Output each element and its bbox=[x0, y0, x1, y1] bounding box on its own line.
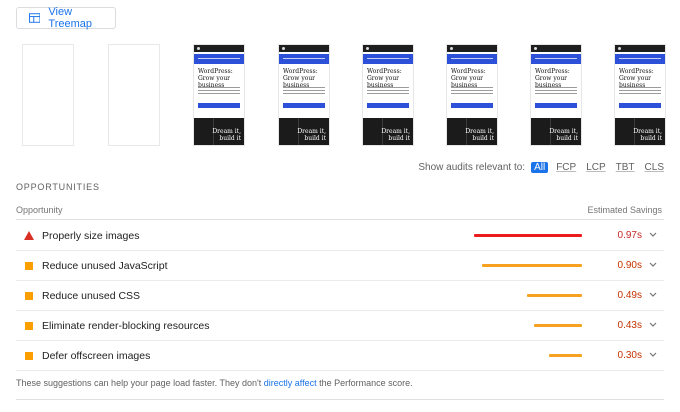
opportunity-column-header: Opportunity bbox=[16, 205, 63, 215]
fail-triangle-icon bbox=[24, 231, 34, 240]
opportunity-title: Eliminate render-blocking resources bbox=[42, 320, 210, 332]
filter-fcp-button[interactable]: FCP bbox=[554, 162, 578, 173]
frame-headline: WordPress: Grow your business bbox=[283, 68, 318, 89]
chevron-down-icon[interactable] bbox=[648, 289, 658, 299]
opportunity-row[interactable]: Properly size images 0.97s bbox=[16, 221, 664, 251]
opportunity-row[interactable]: Eliminate render-blocking resources 0.43s bbox=[16, 311, 664, 341]
savings-bar bbox=[549, 354, 582, 357]
filter-lcp-button[interactable]: LCP bbox=[584, 162, 607, 173]
frame-dark-text: Dream it, build it bbox=[212, 128, 241, 142]
filmstrip: WordPress: Grow your business Dream it, … bbox=[22, 44, 672, 147]
filter-all-button[interactable]: All bbox=[531, 161, 549, 173]
view-treemap-button[interactable]: View Treemap bbox=[16, 6, 116, 30]
opportunity-title: Reduce unused JavaScript bbox=[42, 260, 168, 272]
average-square-icon bbox=[25, 322, 33, 330]
filter-tbt-button[interactable]: TBT bbox=[614, 162, 637, 173]
opportunity-row[interactable]: Defer offscreen images 0.30s bbox=[16, 341, 664, 371]
opportunity-row[interactable]: Reduce unused CSS 0.49s bbox=[16, 281, 664, 311]
frame-headline: WordPress: Grow your business bbox=[367, 68, 402, 89]
estimated-savings-value: 0.97s bbox=[617, 230, 642, 241]
filmstrip-frame-blank bbox=[108, 44, 160, 146]
opportunity-title: Reduce unused CSS bbox=[42, 290, 141, 302]
audit-filter: Show audits relevant to: All FCP LCP TBT… bbox=[418, 160, 666, 174]
savings-bar bbox=[482, 264, 582, 267]
filter-cls-button[interactable]: CLS bbox=[643, 162, 666, 173]
savings-bar bbox=[474, 234, 582, 237]
estimated-savings-value: 0.90s bbox=[617, 260, 642, 271]
frame-headline: WordPress: Grow your business bbox=[198, 68, 233, 89]
filmstrip-frame: WordPress: Grow your business Dream it, … bbox=[278, 44, 330, 146]
opportunities-table-header: Opportunity Estimated Savings bbox=[16, 203, 664, 217]
divider bbox=[16, 399, 664, 400]
average-square-icon bbox=[25, 352, 33, 360]
savings-bar bbox=[534, 324, 582, 327]
average-square-icon bbox=[25, 262, 33, 270]
opportunity-title: Properly size images bbox=[42, 230, 140, 242]
treemap-icon bbox=[29, 13, 41, 23]
estimated-savings-value: 0.49s bbox=[617, 290, 642, 301]
frame-headline: WordPress: Grow your business bbox=[451, 68, 486, 89]
footnote-text-before: These suggestions can help your page loa… bbox=[16, 378, 264, 388]
chevron-down-icon[interactable] bbox=[648, 349, 658, 359]
frame-dark-text: Dream it, build it bbox=[297, 128, 326, 142]
frame-dark-text: Dream it, build it bbox=[549, 128, 578, 142]
frame-headline: WordPress: Grow your business bbox=[535, 68, 570, 89]
opportunity-title: Defer offscreen images bbox=[42, 350, 151, 362]
filmstrip-frame: WordPress: Grow your business Dream it, … bbox=[530, 44, 582, 146]
estimated-savings-value: 0.30s bbox=[617, 350, 642, 361]
savings-bar bbox=[527, 294, 582, 297]
divider bbox=[16, 219, 664, 220]
average-square-icon bbox=[25, 292, 33, 300]
filmstrip-frame: WordPress: Grow your business Dream it, … bbox=[446, 44, 498, 146]
filmstrip-frame: WordPress: Grow your business Dream it, … bbox=[193, 44, 245, 146]
frame-dark-text: Dream it, build it bbox=[381, 128, 410, 142]
filmstrip-frame-blank bbox=[22, 44, 74, 146]
chevron-down-icon[interactable] bbox=[648, 259, 658, 269]
footnote-text-after: the Performance score. bbox=[316, 378, 413, 388]
opportunities-section-title: OPPORTUNITIES bbox=[16, 182, 100, 192]
frame-dark-text: Dream it, build it bbox=[465, 128, 494, 142]
opportunities-footnote: These suggestions can help your page loa… bbox=[16, 378, 413, 388]
chevron-down-icon[interactable] bbox=[648, 229, 658, 239]
opportunity-row[interactable]: Reduce unused JavaScript 0.90s bbox=[16, 251, 664, 281]
filter-label: Show audits relevant to: bbox=[418, 161, 526, 173]
view-treemap-label: View Treemap bbox=[48, 6, 93, 30]
filmstrip-frame: WordPress: Grow your business Dream it, … bbox=[614, 44, 666, 146]
filmstrip-frame: WordPress: Grow your business Dream it, … bbox=[362, 44, 414, 146]
estimated-savings-value: 0.43s bbox=[617, 320, 642, 331]
frame-headline: WordPress: Grow your business bbox=[619, 68, 654, 89]
directly-affect-link[interactable]: directly affect bbox=[264, 378, 317, 388]
savings-column-header: Estimated Savings bbox=[587, 205, 662, 215]
frame-dark-text: Dream it, build it bbox=[633, 128, 662, 142]
chevron-down-icon[interactable] bbox=[648, 319, 658, 329]
